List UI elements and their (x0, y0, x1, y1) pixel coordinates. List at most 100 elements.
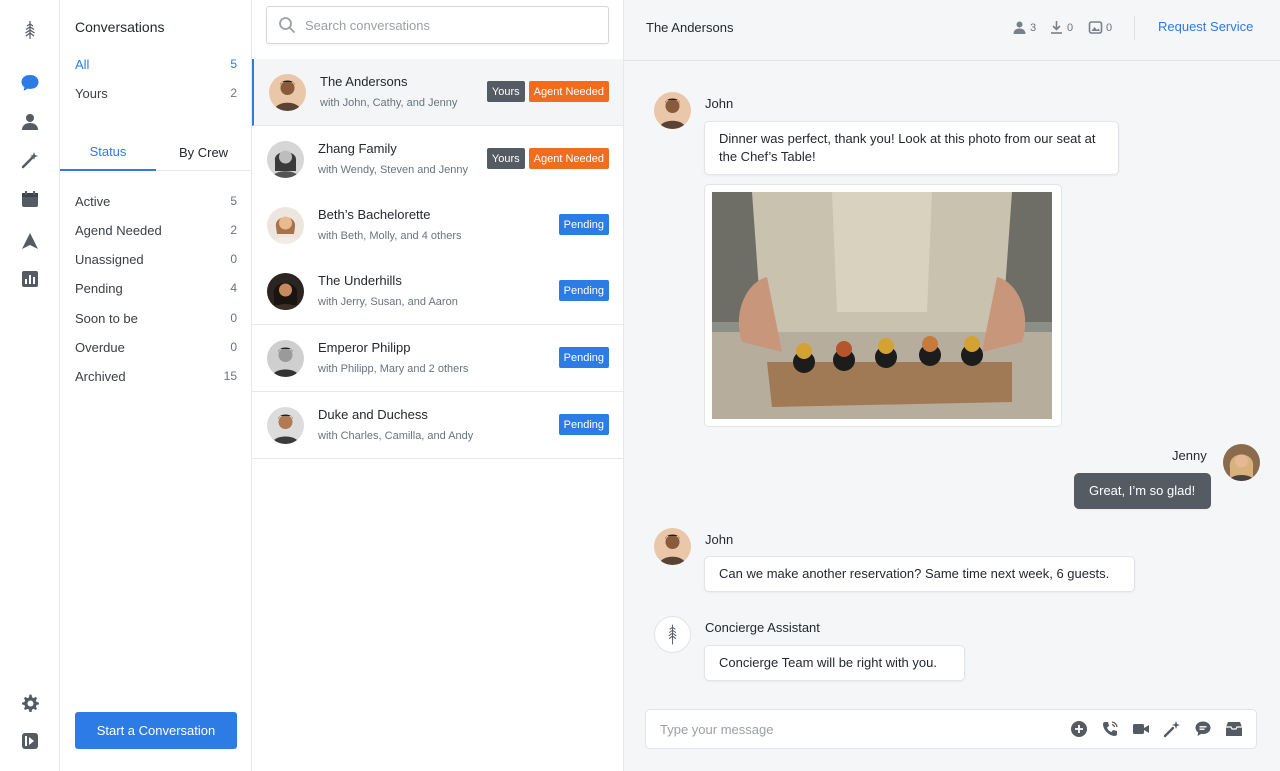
conversation-name: Beth’s Bachelorette (318, 207, 431, 222)
status-label: Agend Needed (75, 222, 162, 238)
status-soon-to-be[interactable]: Soon to be 0 (75, 308, 237, 328)
archive-icon[interactable] (1224, 719, 1244, 739)
message-bubble: Great, I’m so glad! (1074, 473, 1211, 509)
badge-group: Yours Agent Needed (486, 81, 609, 102)
collapse-icon[interactable] (18, 729, 42, 753)
navigation-icon[interactable] (18, 229, 42, 253)
person-icon[interactable] (18, 110, 42, 134)
status-badge: Yours (486, 148, 525, 169)
avatar (267, 407, 304, 444)
filters-heading: Conversations (75, 19, 165, 35)
composer-tools (1069, 719, 1244, 739)
scope-all[interactable]: All 5 (75, 54, 237, 74)
conversation-name: Zhang Family (318, 141, 397, 156)
video-icon[interactable] (1131, 719, 1151, 739)
status-badge: Pending (558, 280, 609, 301)
status-overdue[interactable]: Overdue 0 (75, 337, 237, 357)
conversation-item[interactable]: Zhang Family with Wendy, Steven and Jenn… (252, 126, 623, 193)
avatar (267, 273, 304, 310)
status-count: 5 (230, 194, 237, 208)
search-icon (279, 17, 295, 33)
avatar (267, 207, 304, 244)
add-icon[interactable] (1069, 719, 1089, 739)
wand-icon[interactable] (18, 148, 42, 172)
conversation-participants: with Beth, Molly, and 4 others (318, 230, 462, 242)
badge-group: Yours Agent Needed (486, 148, 609, 169)
message-bubble: Concierge Team will be right with you. (704, 645, 965, 681)
filter-tabs: Status By Crew (60, 133, 251, 171)
members-count: 3 (1030, 21, 1037, 34)
status-archived[interactable]: Archived 15 (75, 366, 237, 386)
status-label: Overdue (75, 339, 125, 355)
badge-group: Pending (558, 214, 609, 235)
avatar (1223, 444, 1260, 481)
members-icon (1013, 21, 1026, 34)
members-stat: 3 (1012, 20, 1036, 35)
status-unassigned[interactable]: Unassigned 0 (75, 249, 237, 269)
search-input[interactable] (305, 17, 595, 33)
conversation-item[interactable]: Emperor Philipp with Philipp, Mary and 2… (252, 325, 623, 392)
filter-panel: Conversations All 5 Yours 2 Status By Cr… (60, 0, 252, 771)
gear-icon[interactable] (18, 691, 42, 715)
status-count: 0 (230, 311, 237, 325)
status-active[interactable]: Active 5 (75, 191, 237, 211)
photo-icon (1088, 21, 1103, 34)
chat-title: The Andersons (646, 20, 734, 35)
wand-icon[interactable] (1162, 719, 1182, 739)
photos-stat: 0 (1088, 20, 1112, 35)
conversation-item[interactable]: Beth’s Bachelorette with Beth, Molly, an… (252, 192, 623, 259)
avatar (654, 92, 691, 129)
status-badge: Yours (486, 81, 525, 102)
message-input[interactable] (660, 721, 1040, 737)
start-conversation-button[interactable]: Start a Conversation (75, 712, 237, 749)
conversation-participants: with Jerry, Susan, and Aaron (318, 296, 458, 308)
calendar-icon[interactable] (18, 187, 42, 211)
chat-icon[interactable] (18, 71, 42, 95)
status-count: 15 (223, 369, 237, 383)
status-label: Pending (75, 280, 123, 296)
chat-header: The Andersons 3 0 0 Request Service (624, 0, 1280, 61)
conversation-participants: with John, Cathy, and Jenny (320, 97, 458, 109)
scope-label: All (75, 56, 90, 72)
avatar (267, 141, 304, 178)
conversation-name: Duke and Duchess (318, 407, 428, 422)
tab-by-crew[interactable]: By Crew (156, 133, 251, 171)
request-service-button[interactable]: Request Service (1158, 19, 1253, 34)
status-count: 2 (230, 223, 237, 237)
chat-bubble-icon[interactable] (1193, 719, 1213, 739)
tab-status[interactable]: Status (60, 133, 156, 171)
chat-pane: The Andersons 3 0 0 Request Service John… (624, 0, 1280, 771)
scope-count: 5 (230, 57, 237, 71)
conversation-item[interactable]: The Andersons with John, Cathy, and Jenn… (252, 59, 623, 126)
conversation-participants: with Charles, Camilla, and Andy (318, 430, 474, 442)
status-badge: Agent Needed (528, 81, 609, 102)
status-label: Soon to be (75, 310, 138, 326)
leaf-logo-icon[interactable] (18, 18, 42, 42)
status-badge: Agent Needed (528, 148, 609, 169)
nav-rail (0, 0, 60, 771)
badge-group: Pending (558, 347, 609, 368)
phone-icon[interactable] (1100, 719, 1120, 739)
chart-icon[interactable] (18, 267, 42, 291)
status-agent-needed[interactable]: Agend Needed 2 (75, 220, 237, 240)
downloads-count: 0 (1067, 21, 1074, 34)
badge-group: Pending (558, 414, 609, 435)
message-photo[interactable] (704, 184, 1062, 427)
message-composer (645, 709, 1257, 749)
message-sender: Jenny (1172, 448, 1207, 463)
status-count: 4 (230, 281, 237, 295)
scope-yours[interactable]: Yours 2 (75, 83, 237, 103)
status-pending[interactable]: Pending 4 (75, 278, 237, 298)
status-badge: Pending (558, 414, 609, 435)
conversation-participants: with Philipp, Mary and 2 others (318, 363, 469, 375)
conversation-participants: with Wendy, Steven and Jenny (318, 164, 469, 176)
message-sender: John (705, 96, 734, 111)
badge-group: Pending (558, 280, 609, 301)
conversation-item[interactable]: Duke and Duchess with Charles, Camilla, … (252, 392, 623, 459)
status-count: 0 (230, 252, 237, 266)
message-sender: John (705, 532, 734, 547)
concierge-avatar (654, 616, 691, 653)
avatar (269, 74, 306, 111)
conversation-item[interactable]: The Underhills with Jerry, Susan, and Aa… (252, 258, 623, 325)
downloads-stat: 0 (1049, 20, 1073, 35)
